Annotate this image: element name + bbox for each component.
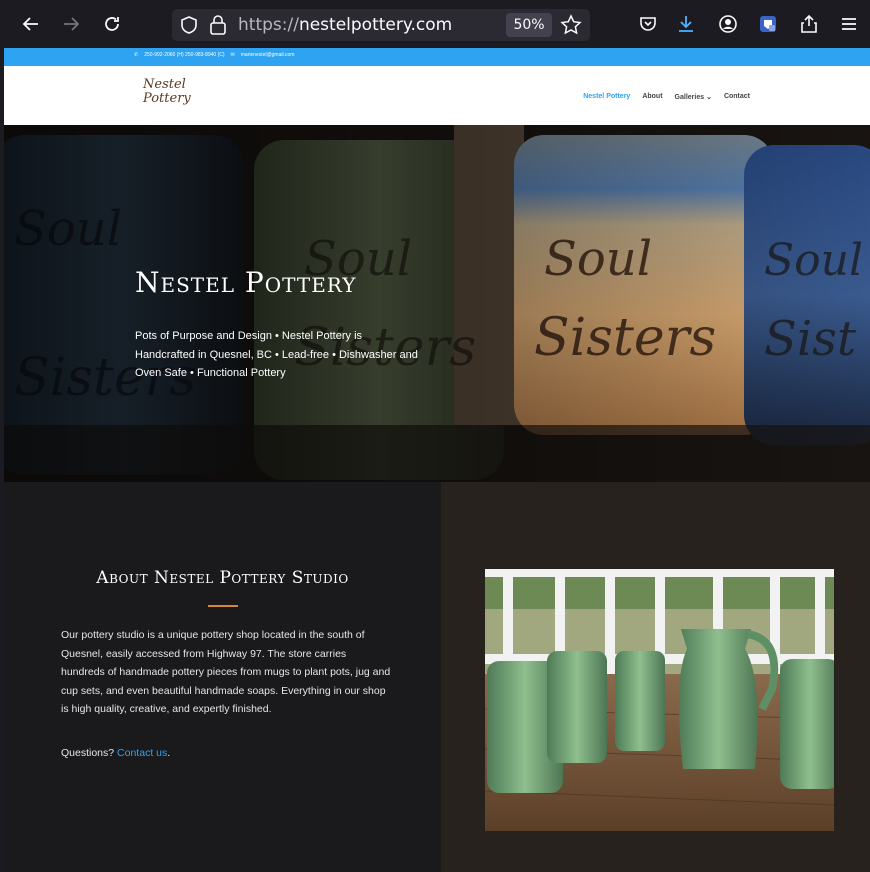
lock-icon[interactable] <box>208 14 228 36</box>
extension-shield-icon[interactable] <box>753 9 783 39</box>
about-title: About Nestel Pottery Studio <box>96 568 349 588</box>
zoom-level[interactable]: 50% <box>506 13 552 37</box>
email-icon: ✉ <box>230 52 235 58</box>
logo-line-2: Pottery <box>143 91 191 106</box>
about-body: Our pottery studio is a unique pottery s… <box>61 629 391 716</box>
about-text-panel: About Nestel Pottery Studio Our pottery … <box>4 482 441 872</box>
phone-text[interactable]: 250-992-2060 (H) 250-983-8940 (C) <box>144 52 224 58</box>
account-icon[interactable] <box>713 9 743 39</box>
web-page: ✆ 250-992-2060 (H) 250-983-8940 (C) ✉ ma… <box>4 48 870 872</box>
bookmark-star-icon[interactable] <box>560 14 582 36</box>
menu-item-about[interactable]: About <box>642 93 662 101</box>
reload-icon[interactable] <box>97 9 127 39</box>
contact-us-link[interactable]: Contact us <box>117 747 167 759</box>
url-bar[interactable]: https://nestelpottery.com 50% <box>172 9 590 41</box>
browser-toolbar: https://nestelpottery.com 50% <box>0 0 870 48</box>
contact-topbar: ✆ 250-992-2060 (H) 250-983-8940 (C) ✉ ma… <box>4 48 870 66</box>
pottery-photo <box>485 569 834 831</box>
hero-title: Nestel Pottery <box>135 266 357 299</box>
about-image-panel <box>441 482 870 872</box>
menu-item-home[interactable]: Nestel Pottery <box>583 93 630 101</box>
chevron-down-icon: ⌄ <box>706 94 712 101</box>
question-prefix: Questions? <box>61 747 115 759</box>
forward-icon[interactable] <box>56 9 86 39</box>
back-icon[interactable] <box>16 9 46 39</box>
about-question: Questions? Contact us. <box>61 747 170 759</box>
hero-background-image: Soul Sisters Soul Sisters Soul Sisters S… <box>4 125 870 482</box>
site-header: Nestel Pottery Nestel Pottery About Gall… <box>4 66 870 125</box>
hero-subtitle: Pots of Purpose and Design • Nestel Pott… <box>135 330 418 379</box>
menu-item-galleries[interactable]: Galleries ⌄ <box>675 93 712 101</box>
url-host: nestelpottery.com <box>298 15 453 35</box>
url-scheme: https:// <box>238 15 299 35</box>
download-icon[interactable] <box>671 9 701 39</box>
menu-item-contact[interactable]: Contact <box>724 93 750 101</box>
question-suffix: . <box>167 747 171 759</box>
menu-icon[interactable] <box>834 9 864 39</box>
menu-item-galleries-label: Galleries <box>674 94 705 101</box>
share-icon[interactable] <box>794 9 824 39</box>
logo-line-1: Nestel <box>143 77 186 92</box>
pocket-icon[interactable] <box>633 9 663 39</box>
main-menu: Nestel Pottery About Galleries ⌄ Contact <box>583 93 750 101</box>
hero-section: Soul Sisters Soul Sisters Soul Sisters S… <box>4 125 870 482</box>
site-logo[interactable]: Nestel Pottery <box>143 78 191 106</box>
pottery-photo-art <box>485 569 834 831</box>
title-divider <box>208 605 238 607</box>
shield-icon[interactable] <box>179 15 199 35</box>
url-text: https://nestelpottery.com <box>238 15 452 35</box>
email-text[interactable]: marienestel@gmail.com <box>241 52 295 58</box>
contact-info: ✆ 250-992-2060 (H) 250-983-8940 (C) ✉ ma… <box>134 52 294 58</box>
phone-icon: ✆ <box>134 52 139 58</box>
